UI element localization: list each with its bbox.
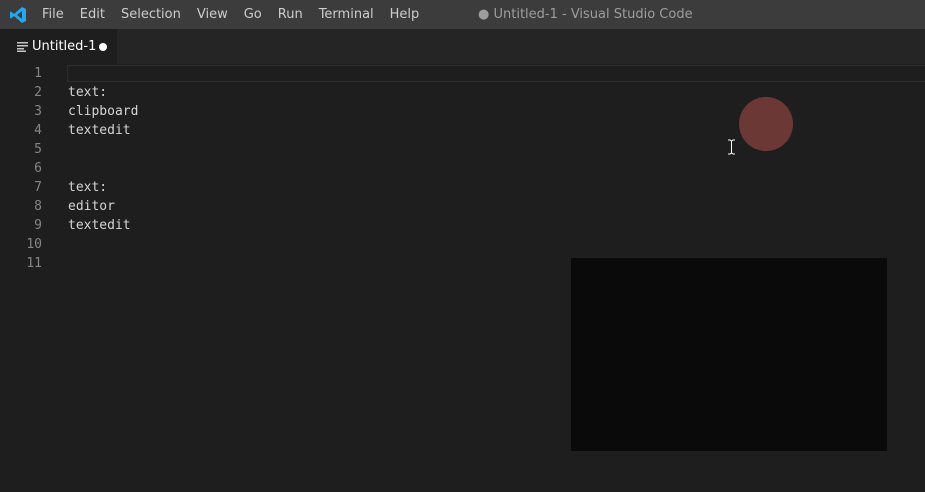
line-number: 2 bbox=[34, 85, 42, 100]
line-text[interactable]: editor bbox=[68, 197, 115, 216]
menu-terminal[interactable]: Terminal bbox=[311, 0, 382, 29]
menu-selection[interactable]: Selection bbox=[113, 0, 189, 29]
click-indicator bbox=[739, 97, 793, 151]
tab-label: Untitled-1 bbox=[32, 39, 97, 54]
editor-line[interactable]: 6 bbox=[0, 159, 925, 178]
menu-go[interactable]: Go bbox=[236, 0, 270, 29]
menu-help[interactable]: Help bbox=[382, 0, 428, 29]
menu-view[interactable]: View bbox=[189, 0, 236, 29]
line-text[interactable]: textedit bbox=[68, 121, 131, 140]
line-number: 11 bbox=[26, 256, 42, 271]
editor-line[interactable]: 9 textedit bbox=[0, 216, 925, 235]
editor-line[interactable]: 10 bbox=[0, 235, 925, 254]
line-number: 1 bbox=[34, 66, 42, 81]
tab-untitled-1[interactable]: Untitled-1 bbox=[0, 29, 117, 64]
text-cursor-icon bbox=[728, 139, 735, 155]
line-number: 6 bbox=[34, 161, 42, 176]
line-text[interactable]: text: bbox=[68, 83, 107, 102]
line-number: 7 bbox=[34, 180, 42, 195]
editor-line[interactable]: 5 bbox=[0, 140, 925, 159]
title-bar: File Edit Selection View Go Run Terminal… bbox=[0, 0, 925, 29]
line-text[interactable]: text: bbox=[68, 178, 107, 197]
editor-line[interactable]: 1 bbox=[0, 64, 925, 83]
menu-edit[interactable]: Edit bbox=[72, 0, 113, 29]
editor-line[interactable]: 7 text: bbox=[0, 178, 925, 197]
line-text[interactable]: textedit bbox=[68, 216, 131, 235]
line-number: 10 bbox=[26, 237, 42, 252]
tab-bar: Untitled-1 bbox=[0, 29, 925, 64]
line-number: 5 bbox=[34, 142, 42, 157]
line-number: 3 bbox=[34, 104, 42, 119]
editor-line[interactable]: 8 editor bbox=[0, 197, 925, 216]
menu-bar: File Edit Selection View Go Run Terminal… bbox=[34, 0, 427, 29]
line-number: 4 bbox=[34, 123, 42, 138]
window-title: ● Untitled-1 - Visual Studio Code bbox=[478, 7, 693, 22]
editor-line[interactable]: 2 text: bbox=[0, 83, 925, 102]
line-number: 8 bbox=[34, 199, 42, 214]
lines-icon bbox=[17, 42, 28, 52]
overlay-panel bbox=[571, 258, 887, 451]
menu-file[interactable]: File bbox=[34, 0, 72, 29]
vscode-logo-icon[interactable] bbox=[9, 6, 27, 24]
unsaved-dot-icon[interactable] bbox=[99, 43, 107, 51]
menu-run[interactable]: Run bbox=[270, 0, 311, 29]
line-text[interactable]: clipboard bbox=[68, 102, 138, 121]
line-number: 9 bbox=[34, 218, 42, 233]
